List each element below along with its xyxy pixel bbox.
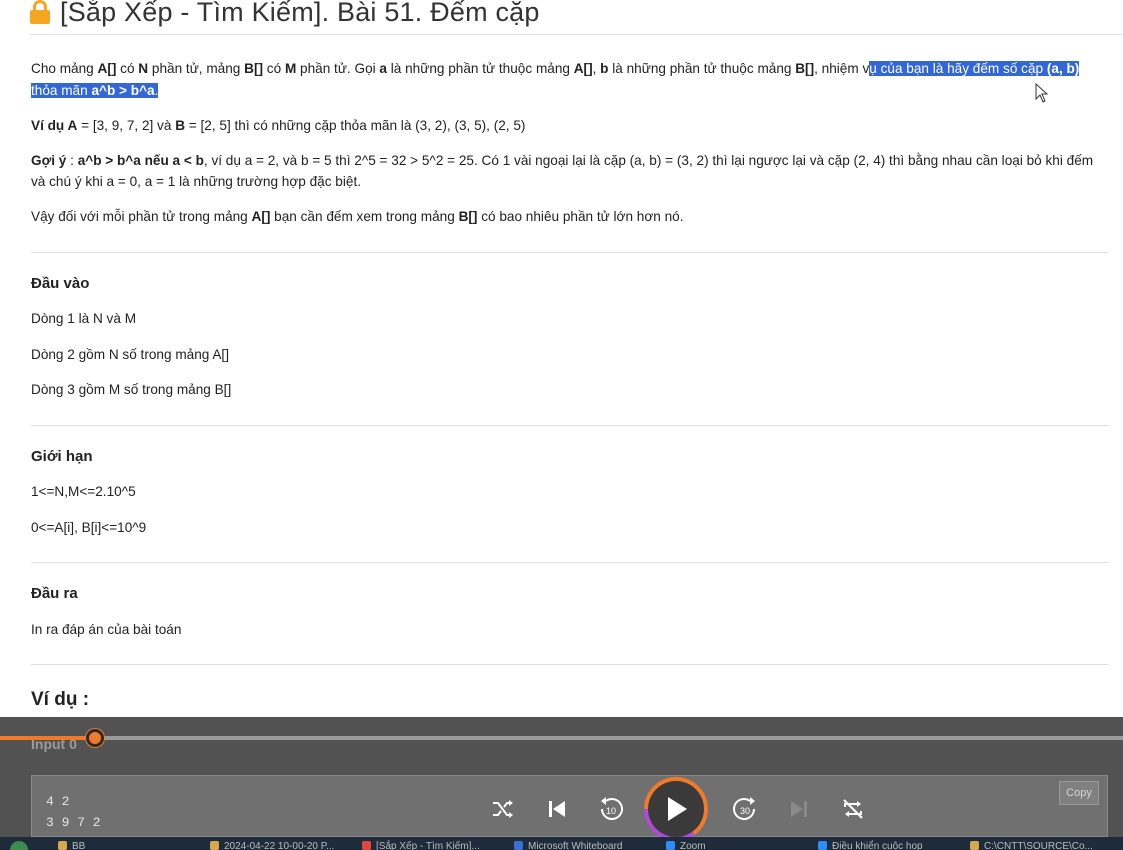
forward-30-icon[interactable]: 30 [730, 794, 760, 824]
text: thỏa mãn [31, 82, 92, 98]
bold-text: B[] [795, 61, 815, 76]
taskbar-item-label: 2024-04-22 10-00-20 P... [224, 841, 335, 850]
play-icon [668, 797, 687, 821]
taskbar-item[interactable]: Microsoft Whiteboard [514, 837, 622, 850]
bold-text: (a, b) [1046, 61, 1080, 76]
rewind-seconds-label: 10 [606, 806, 616, 816]
taskbar-item-label: BB [72, 841, 86, 850]
bold-text: A[] [251, 209, 271, 224]
text: là những phần tử thuộc mảng [386, 61, 574, 76]
copy-button[interactable]: Copy [1059, 781, 1099, 805]
limit-line: 1<=N,M<=2.10^5 [31, 484, 136, 499]
text: là những phần tử thuộc mảng [608, 61, 796, 76]
taskbar-item[interactable]: BB [58, 837, 85, 850]
bold-text: Ví dụ A [31, 117, 78, 133]
taskbar-item[interactable]: Điều khiển cuộc họp [818, 837, 923, 850]
text: có bao nhiêu phần tử lớn hơn nó. [477, 209, 684, 224]
input-section: Đầu vào Dòng 1 là N và M Dòng 2 gồm N số… [31, 251, 1109, 401]
taskbar-item[interactable]: Zoom [666, 837, 706, 850]
section-heading: Giới hạn [31, 447, 93, 465]
taskbar-item-label: Microsoft Whiteboard [528, 841, 623, 850]
example-paragraph: Ví dụ A = [3, 9, 7, 2] và B = [2, 5] thì… [31, 115, 1109, 137]
text: có [116, 61, 139, 76]
playback-controls: 10 30 [488, 777, 892, 841]
progress-fill [0, 736, 96, 740]
output-line: In ra đáp án của bài toán [31, 621, 182, 637]
section-heading: Đầu vào [31, 274, 90, 292]
code-line: 3 9 7 2 [46, 815, 101, 830]
lock-icon [30, 0, 50, 24]
bold-text: A[] [573, 61, 593, 76]
repeat-off-icon[interactable] [838, 794, 868, 824]
page-title: [Sắp Xếp - Tìm Kiếm]. Bài 51. Đếm cặp [60, 0, 540, 27]
approach-paragraph: Vậy đối với mỗi phần tử trong mảng A[] b… [31, 206, 1109, 228]
text: có [263, 61, 285, 76]
bold-text: a^b > b^a [91, 82, 155, 98]
bold-text: Gợi ý [31, 152, 67, 168]
meeting-icon [818, 841, 827, 850]
text: = [2, 5] thì có những cặp thỏa mãn là (3… [185, 117, 526, 133]
taskbar-item[interactable]: 2024-04-22 10-00-20 P... [210, 837, 334, 850]
text: = [3, 9, 7, 2] và [77, 117, 176, 133]
taskbar-item[interactable]: C:\CNTT\SOURCE\Co... [970, 837, 1093, 850]
forward-seconds-label: 30 [740, 806, 750, 816]
output-section: Đầu ra In ra đáp án của bài toán [31, 562, 1109, 640]
input-line: Dòng 3 gồm M số trong mảng B[] [31, 382, 232, 397]
progress-handle[interactable] [86, 729, 105, 747]
taskbar-item-label: Zoom [680, 841, 706, 850]
title-divider [30, 34, 1123, 35]
text: ụ của bạn là hãy đếm số cặp [869, 61, 1047, 76]
progress-bar[interactable] [0, 736, 1123, 740]
input-line: Dòng 2 gồm N số trong mảng A[] [31, 346, 229, 362]
folder-icon [970, 841, 979, 850]
text: . [154, 82, 159, 98]
text: Cho mảng [31, 61, 98, 76]
problem-content: Cho mảng A[] có N phần tử, mảng B[] có M… [31, 58, 1109, 711]
video-player-overlay[interactable]: Input 0 4 2 3 9 7 2 Copy 10 30 [0, 717, 1123, 841]
text: phần tử, mảng [148, 61, 245, 76]
bold-text: a [379, 61, 387, 76]
next-icon[interactable] [784, 794, 814, 824]
bold-text: B [175, 117, 186, 133]
hint-paragraph: Gợi ý : a^b > b^a nếu a < b, ví dụ a = 2… [31, 150, 1109, 193]
bold-text: M [284, 61, 297, 76]
mouse-cursor-icon [1035, 83, 1049, 103]
folder-icon [58, 841, 67, 850]
previous-icon[interactable] [542, 794, 572, 824]
limits-section: Giới hạn 1<=N,M<=2.10^5 0<=A[i], B[i]<=1… [31, 424, 1109, 539]
section-heading: Đầu ra [31, 585, 78, 602]
rewind-10-icon[interactable]: 10 [596, 794, 626, 824]
text: , nhiệm v [814, 61, 870, 76]
examples-section: Ví dụ : [31, 664, 1109, 711]
bold-text: B[] [244, 61, 264, 76]
whiteboard-icon [514, 841, 523, 850]
play-button-inner [648, 781, 704, 837]
bold-text: A[] [97, 61, 117, 76]
taskbar-item-label: C:\CNTT\SOURCE\Co... [984, 841, 1093, 850]
bold-text: N [138, 61, 149, 76]
bold-text: a^b > b^a nếu a < b [77, 152, 204, 168]
os-taskbar: BB 2024-04-22 10-00-20 P... [Sắp Xếp - T… [0, 837, 1123, 850]
folder-icon [210, 841, 219, 850]
play-button[interactable] [644, 777, 708, 841]
code-line: 4 2 [46, 794, 70, 809]
browser-icon [362, 841, 371, 850]
taskbar-item-label: [Sắp Xếp - Tìm Kiếm]... [376, 841, 480, 850]
start-icon[interactable] [10, 841, 28, 850]
limit-line: 0<=A[i], B[i]<=10^9 [31, 519, 147, 535]
shuffle-icon[interactable] [488, 794, 518, 824]
zoom-icon [666, 841, 675, 850]
text: Vậy đối với mỗi phần tử trong mảng [31, 209, 252, 224]
title-bar: [Sắp Xếp - Tìm Kiếm]. Bài 51. Đếm cặp [30, 0, 540, 30]
taskbar-item-label: Điều khiển cuộc họp [832, 841, 923, 850]
text: phần tử. Gọi [296, 61, 380, 76]
text: bạn cần đếm xem trong mảng [270, 209, 459, 224]
input-line: Dòng 1 là N và M [31, 311, 137, 326]
statement-paragraph: Cho mảng A[] có N phần tử, mảng B[] có M… [31, 58, 1109, 101]
examples-heading: Ví dụ : [31, 689, 90, 710]
text: : [66, 152, 78, 168]
taskbar-item[interactable]: [Sắp Xếp - Tìm Kiếm]... [362, 837, 480, 850]
bold-text: B[] [458, 209, 478, 224]
